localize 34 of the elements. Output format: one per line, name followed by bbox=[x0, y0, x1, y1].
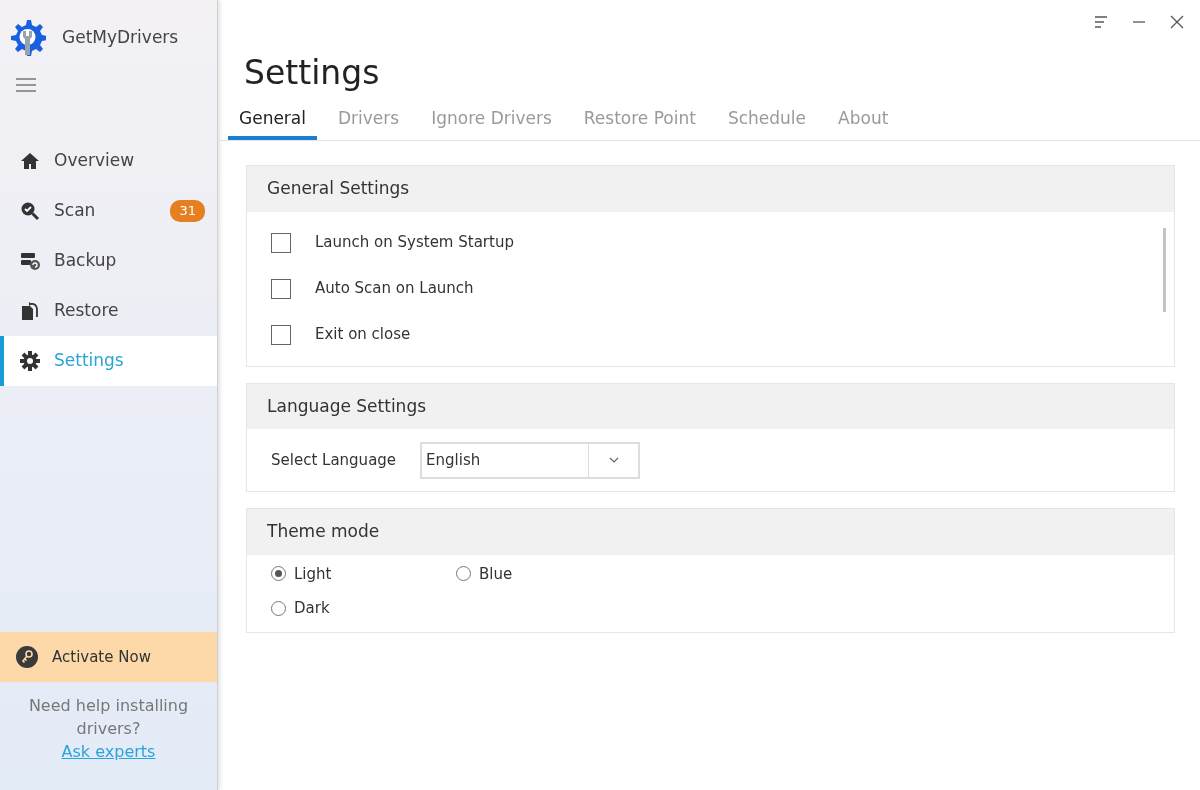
help-text: Need help installing drivers? bbox=[28, 696, 189, 739]
scrollbar-thumb[interactable] bbox=[1163, 227, 1166, 312]
app-title: GetMyDrivers bbox=[62, 26, 179, 50]
sidebar-item[interactable]: Restore bbox=[0, 286, 217, 336]
select-language-label: Select Language bbox=[271, 449, 397, 471]
checkbox[interactable] bbox=[271, 232, 291, 253]
language-dropdown[interactable]: English bbox=[420, 441, 641, 479]
gear-wrench-logo-icon bbox=[8, 18, 46, 58]
radio-label: Light bbox=[294, 563, 332, 585]
sidebar-item[interactable]: Scan 31 bbox=[0, 186, 217, 236]
sidebar-item[interactable]: Backup bbox=[0, 236, 217, 286]
activate-now-button[interactable]: Activate Now bbox=[0, 632, 217, 682]
section-header: General Settings bbox=[247, 166, 1174, 212]
section-header: Language Settings bbox=[247, 383, 1174, 429]
page-title: Settings bbox=[244, 52, 381, 94]
radio-label: Blue bbox=[479, 563, 513, 585]
documents-icon bbox=[20, 301, 40, 321]
tab[interactable]: General bbox=[228, 101, 317, 140]
radio-label: Dark bbox=[294, 598, 330, 619]
home-icon bbox=[20, 151, 40, 171]
server-icon bbox=[20, 251, 40, 271]
checkbox[interactable] bbox=[271, 324, 291, 345]
section-header: Theme mode bbox=[247, 509, 1174, 555]
magnifier-icon bbox=[20, 201, 40, 221]
checkbox-label: Auto Scan on Launch bbox=[315, 278, 474, 300]
menu-icon[interactable] bbox=[16, 78, 36, 92]
checkbox[interactable] bbox=[271, 278, 291, 299]
chevron-down-icon bbox=[608, 457, 619, 463]
gear-icon bbox=[20, 351, 40, 371]
count-badge: 31 bbox=[170, 200, 205, 222]
checkbox-label: Launch on System Startup bbox=[315, 232, 514, 254]
sidebar-item[interactable]: Overview bbox=[0, 136, 217, 186]
checkbox-label: Exit on close bbox=[315, 324, 411, 346]
key-icon bbox=[16, 646, 38, 668]
